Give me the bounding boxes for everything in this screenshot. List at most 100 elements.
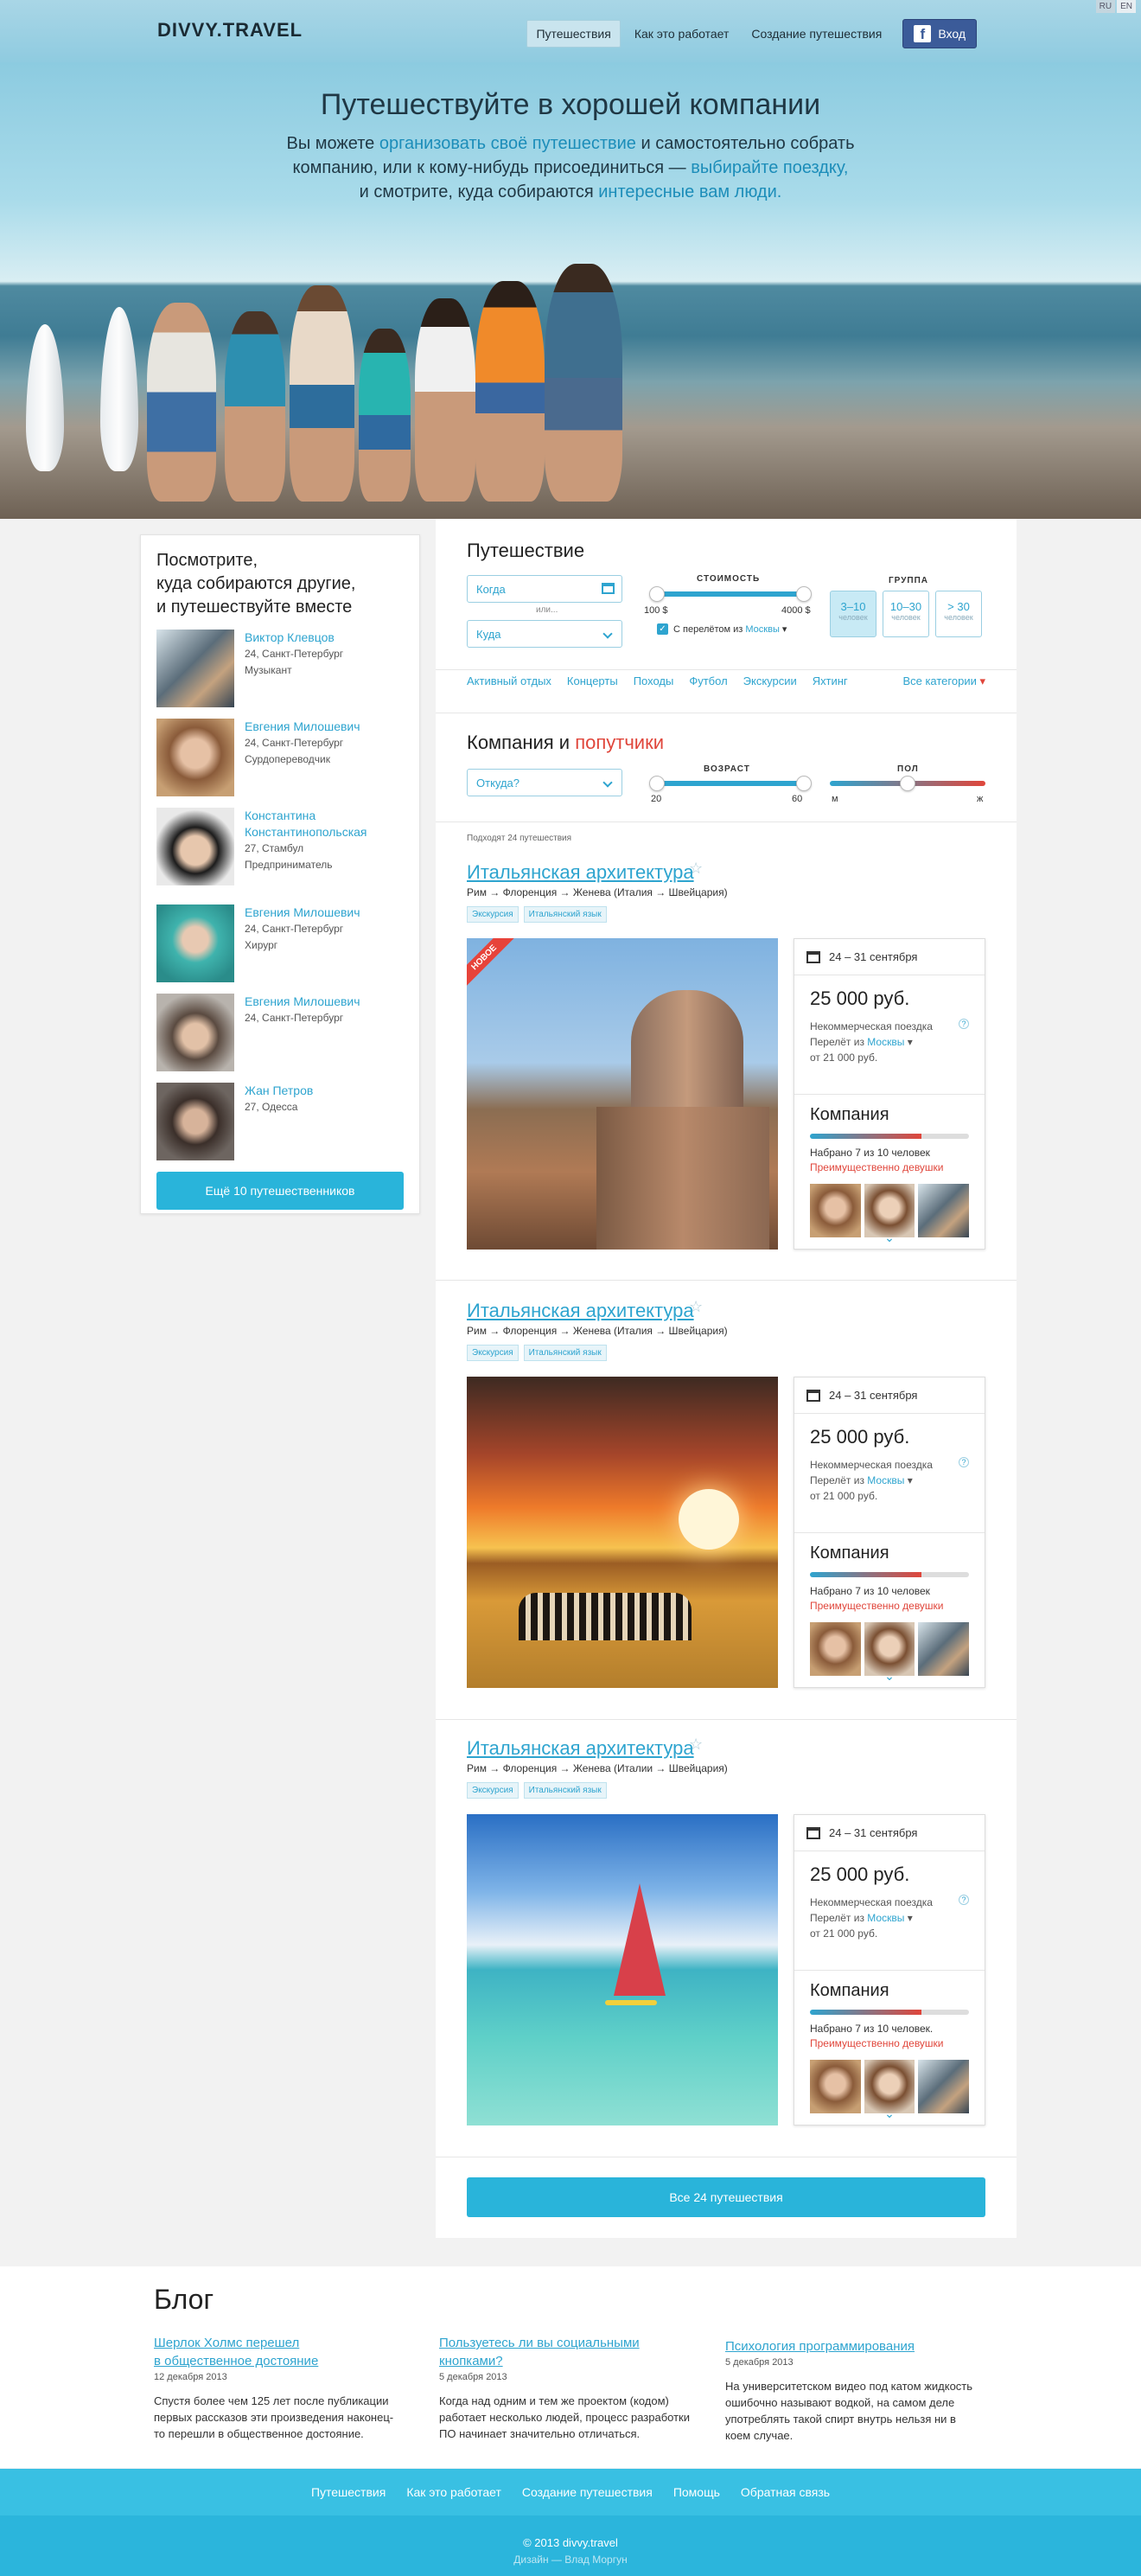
lang-en[interactable]: EN <box>1117 0 1136 13</box>
help-icon[interactable]: ? <box>959 1895 969 1905</box>
footer-link-help[interactable]: Помощь <box>673 2485 720 2499</box>
trip-tag[interactable]: Экскурсия <box>467 906 519 923</box>
group-30plus-toggle[interactable]: > 30 человек <box>935 591 982 637</box>
help-icon[interactable]: ? <box>959 1019 969 1029</box>
origin-select[interactable]: Откуда? <box>467 769 622 796</box>
nav-trips[interactable]: Путешествия <box>526 20 621 48</box>
chevron-down-icon[interactable]: ⌄ <box>794 1669 985 1684</box>
traveller-item[interactable]: Жан Петров 27, Одесса <box>156 1083 404 1163</box>
design-credit[interactable]: Дизайн — Влад Моргун <box>0 2554 1141 2566</box>
age-max-handle[interactable] <box>796 776 812 791</box>
flight-checkbox[interactable]: ✓ <box>657 623 668 635</box>
all-trips-button[interactable]: Все 24 путешествия <box>467 2177 985 2217</box>
category-football[interactable]: Футбол <box>689 674 727 688</box>
member-avatar[interactable] <box>918 1622 970 1676</box>
traveller-item[interactable]: Евгения Милошевич 24, Санкт-Петербург Хиру… <box>156 904 404 985</box>
choose-trip-link[interactable]: выбирайте поездку, <box>691 158 848 177</box>
lang-ru[interactable]: RU <box>1095 0 1116 13</box>
traveller-name[interactable]: Евгения Милошевич <box>245 994 360 1010</box>
blog-post-title[interactable]: Шерлок Холмс перешел в общественное досто… <box>154 2334 405 2370</box>
flight-city-dropdown[interactable]: Москвы <box>867 1474 904 1486</box>
trip-photo[interactable] <box>467 1377 778 1688</box>
interesting-people-link[interactable]: интересные вам люди. <box>598 182 781 201</box>
sex-female: ж <box>977 794 984 804</box>
favorite-star-icon[interactable]: ☆ <box>689 860 703 878</box>
cost-slider[interactable] <box>649 586 812 602</box>
organize-trip-link[interactable]: организовать своё путешествие <box>379 134 636 153</box>
flight-city-dropdown[interactable]: Москвы <box>867 1912 904 1924</box>
category-hikes[interactable]: Походы <box>634 674 674 688</box>
date-input[interactable]: Когда <box>467 575 622 603</box>
nav-create-trip[interactable]: Создание путешествия <box>743 21 890 47</box>
member-avatar[interactable] <box>918 2060 970 2113</box>
footer-link-feedback[interactable]: Обратная связь <box>741 2485 830 2499</box>
category-yachting[interactable]: Яхтинг <box>813 674 848 688</box>
more-travellers-button[interactable]: Ещё 10 путешественников <box>156 1172 404 1210</box>
trip-title[interactable]: Итальянская архитектура <box>467 1300 694 1322</box>
all-categories-dropdown[interactable]: Все категории ▾ <box>902 674 985 688</box>
blog-post-title-line[interactable]: Пользуетесь ли вы социальными <box>439 2336 640 2350</box>
trip-title[interactable]: Итальянская архитектура <box>467 1737 694 1760</box>
traveller-item[interactable]: Виктор Клевцов 24, Санкт-Петербург Музыкан… <box>156 630 404 710</box>
trip-photo[interactable]: НОВОЕ <box>467 938 778 1250</box>
sex-handle[interactable] <box>900 776 915 791</box>
blog-post-title[interactable]: Пользуетесь ли вы социальными кнопками? <box>439 2334 690 2370</box>
traveller-name[interactable]: Константина Константинопольская <box>245 808 404 841</box>
member-avatar[interactable] <box>918 1184 970 1237</box>
traveller-item[interactable]: Евгения Милошевич 24, Санкт-Петербург <box>156 994 404 1074</box>
blog-post-title[interactable]: Психология программирования <box>725 2337 976 2355</box>
category-concerts[interactable]: Концерты <box>567 674 618 688</box>
calendar-icon[interactable] <box>602 583 615 594</box>
member-avatar[interactable] <box>810 1622 861 1676</box>
cost-max-handle[interactable] <box>796 586 812 602</box>
footer-link-how-it-works[interactable]: Как это работает <box>406 2485 501 2499</box>
logo[interactable]: DIVVY.TRAVEL <box>157 19 303 42</box>
traveller-item[interactable]: Константина Константинопольская 27, Стамб… <box>156 808 404 896</box>
trip-photo[interactable] <box>467 1814 778 2125</box>
trip-route: Рим → Флоренция → Женева (Италия → Швейц… <box>467 1325 728 1337</box>
flight-city-dropdown[interactable]: Москвы <box>745 624 779 635</box>
trip-tag[interactable]: Итальянский язык <box>523 906 607 923</box>
member-avatar[interactable] <box>864 1622 915 1676</box>
footer-link-trips[interactable]: Путешествия <box>311 2485 386 2499</box>
nav-how-it-works[interactable]: Как это работает <box>626 21 738 47</box>
category-active-rest[interactable]: Активный отдых <box>467 674 551 688</box>
destination-select[interactable]: Куда <box>467 620 622 648</box>
trip-tag[interactable]: Итальянский язык <box>523 1345 607 1361</box>
traveller-name[interactable]: Жан Петров <box>245 1083 313 1099</box>
date-input-placeholder: Когда <box>476 583 506 596</box>
blog-post-title-line[interactable]: кнопками? <box>439 2354 503 2368</box>
traveller-item[interactable]: Евгения Милошевич 24, Санкт-Петербург Сурд… <box>156 719 404 799</box>
facebook-login-button[interactable]: f Вход <box>902 19 977 48</box>
footer-link-create-trip[interactable]: Создание путешествия <box>522 2485 653 2499</box>
help-icon[interactable]: ? <box>959 1457 969 1467</box>
blog-post-title-line[interactable]: Шерлок Холмс перешел <box>154 2336 299 2350</box>
category-excursions[interactable]: Экскурсии <box>743 674 797 688</box>
trip-title[interactable]: Итальянская архитектура <box>467 861 694 884</box>
traveller-name[interactable]: Евгения Милошевич <box>245 719 360 735</box>
chevron-down-icon[interactable]: ⌄ <box>794 2106 985 2121</box>
flight-checkbox-row[interactable]: ✓ С перелётом из Москвы ▾ <box>657 623 787 635</box>
favorite-star-icon[interactable]: ☆ <box>689 1735 703 1754</box>
member-avatar[interactable] <box>864 1184 915 1237</box>
member-avatar[interactable] <box>810 2060 861 2113</box>
trip-tag[interactable]: Экскурсия <box>467 1345 519 1361</box>
blog-post-title-line[interactable]: в общественное достояние <box>154 2354 318 2368</box>
group-10-30-toggle[interactable]: 10–30 человек <box>883 591 929 637</box>
trip-info-card: 24 – 31 сентября 25 000 руб. Некоммерчес… <box>794 1814 985 2125</box>
chevron-down-icon[interactable]: ⌄ <box>794 1230 985 1245</box>
flight-city-dropdown[interactable]: Москвы <box>867 1036 904 1048</box>
age-slider[interactable] <box>649 776 812 791</box>
cost-min-handle[interactable] <box>649 586 665 602</box>
traveller-name[interactable]: Евгения Милошевич <box>245 904 360 921</box>
favorite-star-icon[interactable]: ☆ <box>689 1298 703 1316</box>
trip-route: Рим → Флоренция → Женева (Италия → Швейц… <box>467 886 728 898</box>
member-avatar[interactable] <box>810 1184 861 1237</box>
member-avatar[interactable] <box>864 2060 915 2113</box>
age-min-handle[interactable] <box>649 776 665 791</box>
group-3-10-toggle[interactable]: 3–10 человек <box>830 591 876 637</box>
trip-tag[interactable]: Итальянский язык <box>523 1782 607 1799</box>
trip-tag[interactable]: Экскурсия <box>467 1782 519 1799</box>
sex-slider[interactable] <box>830 776 985 791</box>
traveller-name[interactable]: Виктор Клевцов <box>245 630 343 646</box>
